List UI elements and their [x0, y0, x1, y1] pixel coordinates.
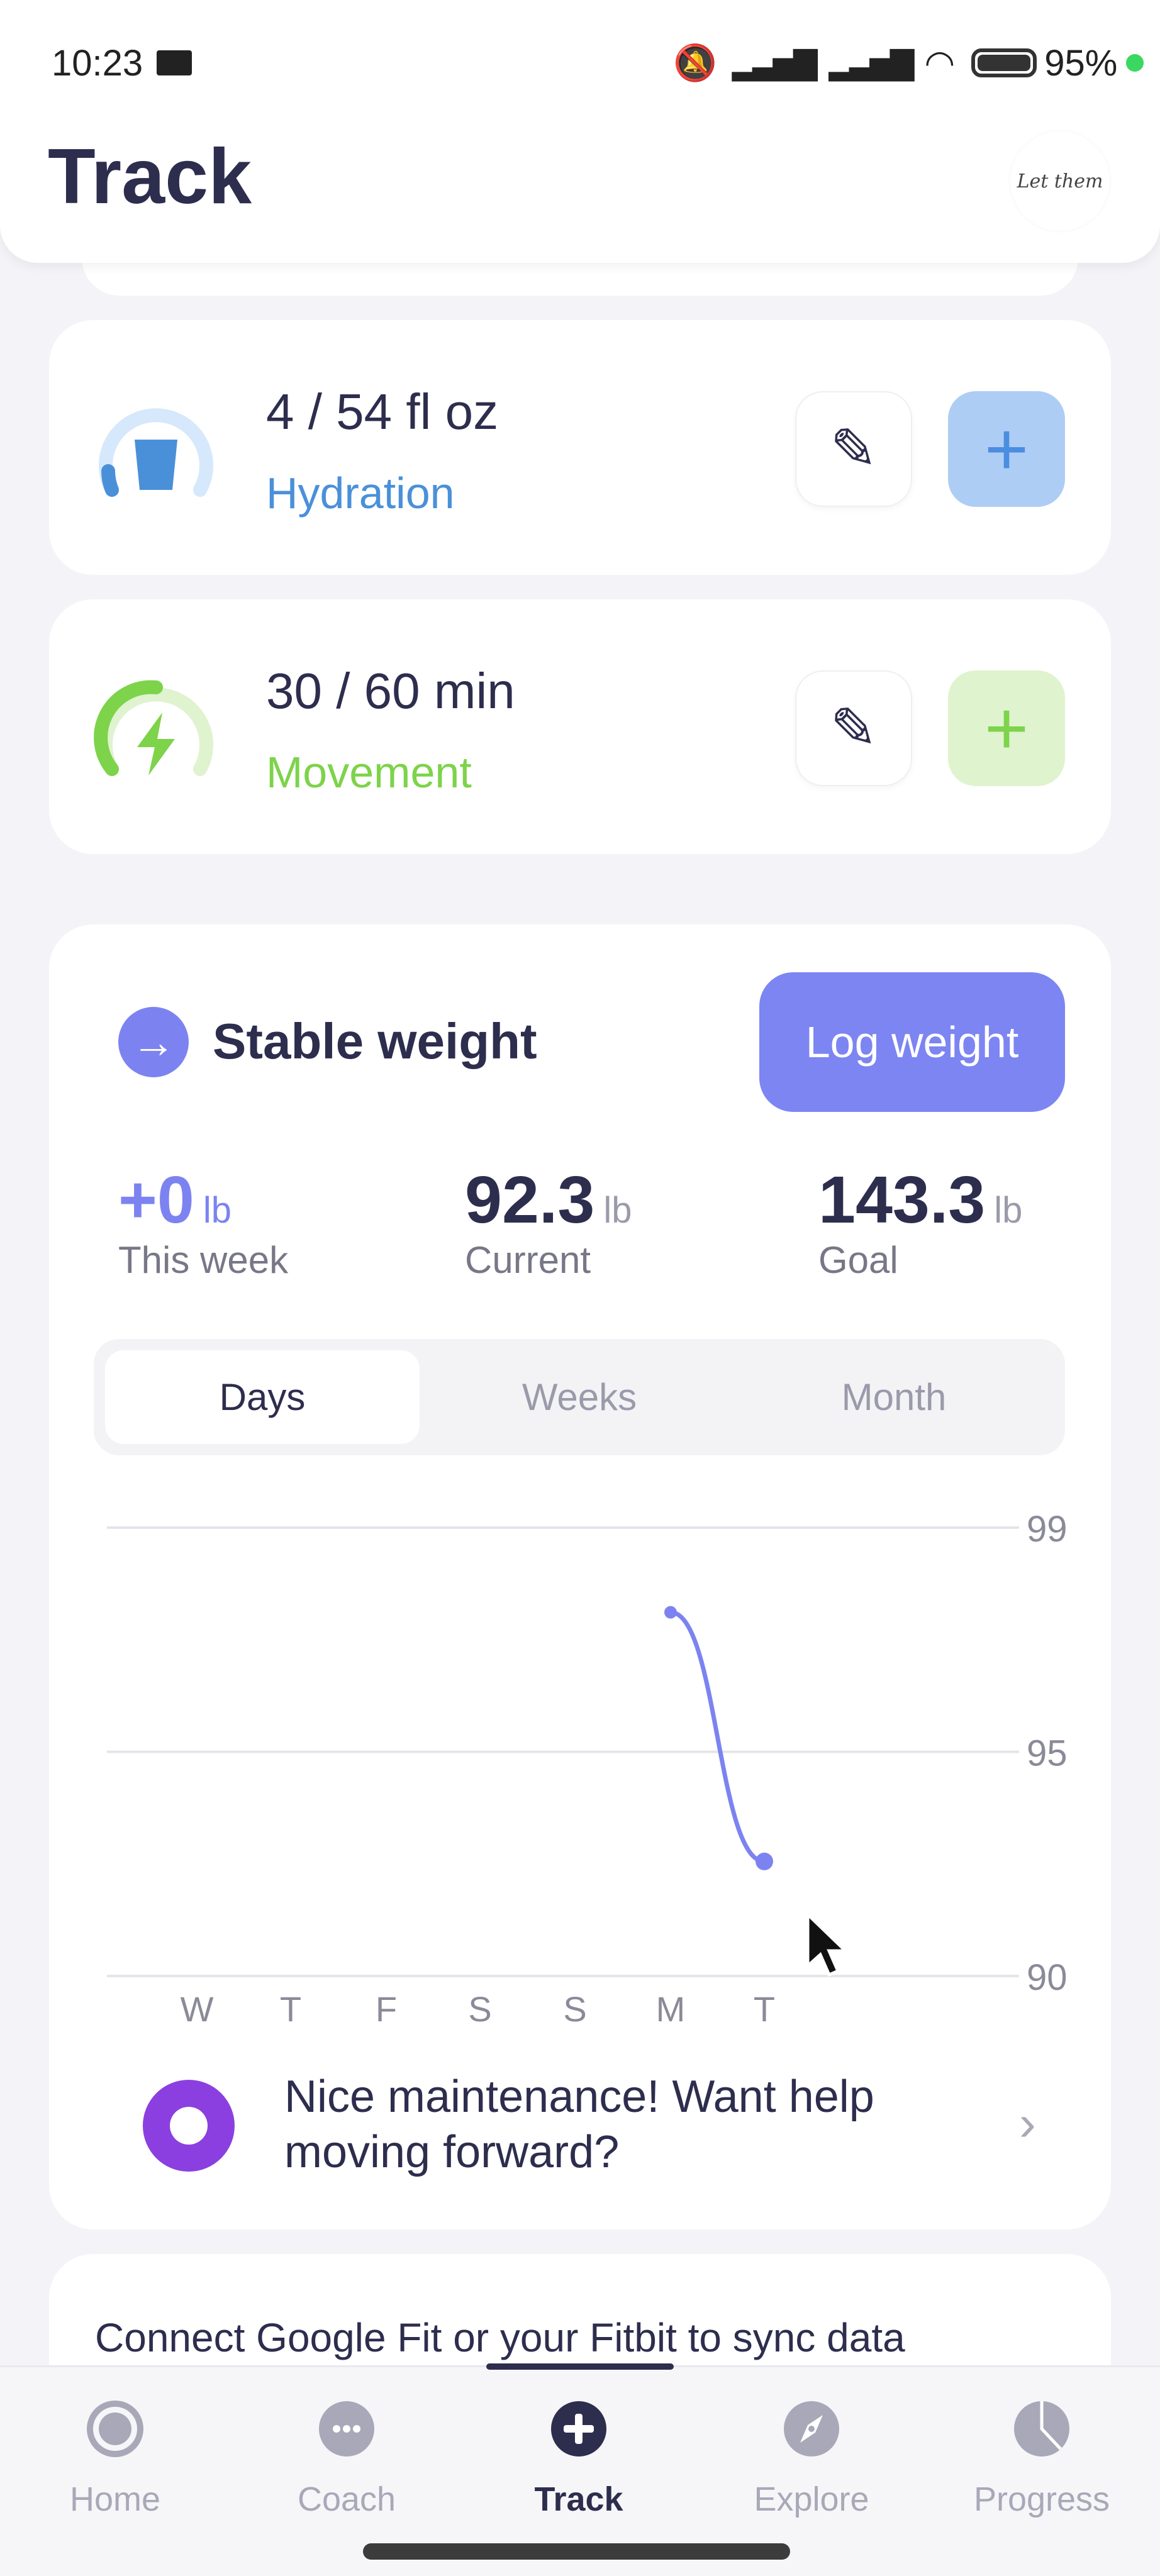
hydration-value: 4 / 54 fl oz: [266, 384, 499, 440]
water-cup-icon: [93, 396, 219, 521]
stat-current: 92.3 lb Current: [465, 1162, 632, 1282]
header: 10:23 🔕 ▂▃▅▇ ▂▃▅▇ ◠ 95% Track Let them: [0, 0, 1160, 263]
tab-days[interactable]: Days: [105, 1350, 420, 1444]
weight-status: Stable weight: [213, 1013, 537, 1069]
nav-item-coach[interactable]: Coach: [252, 2399, 441, 2519]
edit-movement-button[interactable]: ✎: [795, 670, 912, 786]
hydration-card[interactable]: 4 / 54 fl oz Hydration ✎ +: [49, 320, 1111, 575]
y-tick-label: 95: [1027, 1733, 1068, 1774]
stat-label: Goal: [818, 1239, 898, 1281]
weight-line: [670, 1610, 765, 1864]
x-tick-label: F: [376, 1989, 397, 2029]
battery-level: 95%: [1044, 42, 1118, 84]
coach-avatar-icon: [143, 2080, 235, 2172]
stat-unit: lb: [603, 1190, 632, 1231]
nav-item-progress[interactable]: Progress: [947, 2399, 1136, 2519]
x-tick-label: W: [181, 1989, 214, 2029]
edit-hydration-button[interactable]: ✎: [795, 391, 912, 507]
plus-circle-icon: [549, 2399, 609, 2462]
stat-goal: 143.3 lb Goal: [818, 1162, 1022, 1282]
weight-chart: 99 95 90 W T F S S M T: [107, 1509, 1068, 2029]
stat-this-week: +0 lb This week: [118, 1162, 288, 1282]
nav-label: Home: [69, 2480, 161, 2518]
nav-item-home[interactable]: Home: [21, 2399, 209, 2519]
privacy-dot-icon: [1126, 54, 1144, 72]
nav-label: Track: [534, 2480, 623, 2518]
home-indicator: [363, 2543, 790, 2560]
connect-text: Connect Google Fit or your Fitbit to syn…: [95, 2315, 905, 2360]
add-movement-button[interactable]: +: [948, 670, 1065, 786]
tip-line-2: moving forward?: [284, 2127, 620, 2177]
active-tab-indicator: [486, 2363, 674, 2370]
data-point[interactable]: [664, 1606, 677, 1619]
page-title: Track: [48, 133, 252, 220]
mouse-cursor-icon: [806, 1912, 849, 1977]
compass-icon: [781, 2399, 842, 2462]
y-tick-label: 90: [1027, 1957, 1068, 1998]
stat-label: This week: [118, 1239, 289, 1281]
stat-value: +0: [118, 1163, 194, 1237]
add-hydration-button[interactable]: +: [948, 391, 1065, 507]
mute-icon: 🔕: [673, 43, 717, 82]
nav-item-track[interactable]: Track: [484, 2399, 673, 2519]
signal-icon-2: ▂▃▅▇: [828, 45, 915, 80]
video-record-icon: [157, 50, 192, 75]
tip-line-1: Nice maintenance! Want help: [284, 2072, 874, 2122]
signal-icon: ▂▃▅▇: [732, 45, 818, 80]
status-time: 10:23: [52, 42, 143, 84]
plus-icon: +: [984, 407, 1029, 491]
x-tick-label: S: [468, 1989, 491, 2029]
stat-value: 92.3: [465, 1163, 595, 1237]
status-bar-right: 🔕 ▂▃▅▇ ▂▃▅▇ ◠ 95%: [673, 38, 1144, 88]
x-tick-label: S: [563, 1989, 586, 2029]
battery-icon: [971, 48, 1037, 77]
y-tick-label: 99: [1027, 1509, 1068, 1550]
data-point[interactable]: [756, 1852, 773, 1870]
stat-unit: lb: [994, 1190, 1023, 1231]
avatar[interactable]: Let them: [1010, 131, 1110, 231]
arrow-right-icon: →: [118, 1007, 189, 1077]
x-tick-label: M: [656, 1989, 686, 2029]
status-bar-left: 10:23: [52, 38, 192, 88]
wifi-icon: ◠: [924, 43, 956, 82]
pencil-icon: ✎: [830, 697, 878, 760]
hydration-label: Hydration: [266, 469, 455, 518]
pie-chart-icon: [1012, 2399, 1072, 2462]
x-tick-label: T: [754, 1989, 775, 2029]
log-weight-button[interactable]: Log weight: [759, 972, 1065, 1112]
home-icon: [85, 2399, 145, 2462]
chat-icon: [316, 2399, 377, 2462]
avatar-text: Let them: [1017, 170, 1103, 192]
nav-label: Progress: [973, 2480, 1110, 2518]
nav-label: Explore: [754, 2480, 869, 2518]
bottom-nav: Home Coach Track Explore Progress: [0, 2363, 1160, 2576]
tab-month[interactable]: Month: [737, 1350, 1051, 1444]
stat-label: Current: [465, 1239, 591, 1281]
coach-tip[interactable]: Nice maintenance! Want help moving forwa…: [284, 2069, 874, 2180]
pencil-icon: ✎: [830, 418, 878, 481]
stat-value: 143.3: [818, 1163, 986, 1237]
nav-label: Coach: [297, 2480, 396, 2518]
range-tabs: Days Weeks Month: [94, 1339, 1065, 1455]
tab-weeks[interactable]: Weeks: [422, 1350, 737, 1444]
movement-value: 30 / 60 min: [266, 663, 515, 719]
lightning-icon: [93, 675, 219, 801]
x-tick-label: T: [280, 1989, 301, 2029]
chevron-right-icon[interactable]: ›: [1019, 2094, 1036, 2152]
nav-item-explore[interactable]: Explore: [717, 2399, 906, 2519]
stat-unit: lb: [203, 1190, 232, 1231]
plus-icon: +: [984, 686, 1029, 770]
movement-label: Movement: [266, 748, 472, 797]
movement-card[interactable]: 30 / 60 min Movement ✎ +: [49, 599, 1111, 854]
